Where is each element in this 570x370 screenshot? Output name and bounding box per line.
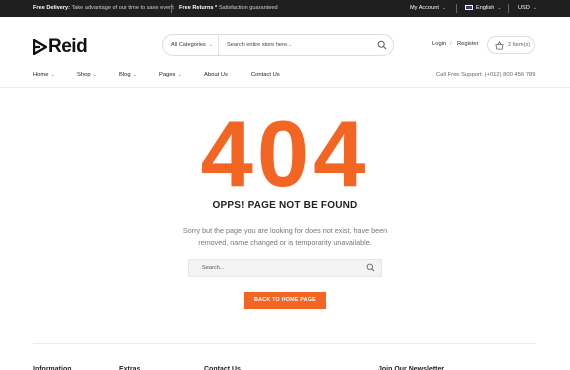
my-account-dropdown[interactable]: My Account ⌄: [410, 0, 446, 17]
footer-heading-information: Information: [33, 366, 72, 370]
chevron-down-icon: ⌄: [50, 72, 55, 78]
topbar-divider: [508, 4, 509, 13]
header-search-input[interactable]: Search entire store here...: [227, 35, 292, 55]
nav-item-label: Shop: [77, 72, 91, 78]
header-search: All Categories ⌄ Search entire store here…: [162, 34, 394, 56]
search-icon[interactable]: [366, 263, 375, 272]
nav-item-label: Pages: [159, 72, 176, 78]
language-label: English: [476, 5, 495, 11]
currency-label: USD: [518, 5, 530, 11]
page-search-input[interactable]: Search...: [188, 259, 382, 277]
language-dropdown[interactable]: English ⌄: [465, 0, 502, 17]
error-heading: OPPS! PAGE NOT BE FOUND: [212, 200, 358, 211]
footer-heading-extras: Extras: [119, 366, 141, 370]
login-link[interactable]: Login: [432, 41, 446, 47]
nav-item-about-us[interactable]: About Us: [204, 72, 228, 78]
topbar-divider: [456, 4, 457, 13]
currency-dropdown[interactable]: USD ⌄: [518, 0, 537, 17]
logo-mark-icon: [33, 39, 47, 55]
chevron-down-icon: ⌄: [132, 72, 137, 78]
promo-divider: [171, 4, 172, 13]
site-logo[interactable]: Reid: [33, 36, 88, 58]
promo-free-delivery-text: Take advantage of our time to save event: [71, 5, 174, 11]
footer-heading-newsletter: Join Our Newsletter: [378, 366, 445, 370]
support-phone: Call Free Support: (+012) 800 456 789: [436, 72, 536, 78]
chevron-down-icon: ⌄: [532, 5, 538, 11]
error-description: Sorry but the page you are looking for d…: [182, 226, 388, 247]
promo-free-returns-title: Free Returns *: [179, 5, 218, 11]
nav-divider: [0, 87, 570, 88]
search-category-label: All Categories: [171, 42, 206, 48]
chevron-down-icon: ⌄: [441, 5, 447, 11]
back-to-home-button[interactable]: BACK TO HOME PAGE: [244, 292, 326, 309]
top-bar: Free Delivery: Take advantage of our tim…: [0, 0, 570, 17]
basket-icon: [495, 41, 504, 50]
chevron-down-icon: ⌄: [208, 42, 214, 48]
promo-free-returns-text: Satisfaction guaranteed: [218, 5, 278, 11]
search-category-select[interactable]: All Categories ⌄: [163, 35, 219, 55]
nav-item-label: Blog: [119, 72, 131, 78]
nav-item-label: About Us: [204, 72, 228, 78]
chevron-down-icon: ⌄: [497, 5, 502, 11]
nav-item-home[interactable]: Home ⌄: [33, 72, 55, 78]
promo-free-delivery: Free Delivery: Take advantage of our tim…: [33, 0, 174, 17]
footer-divider: [33, 343, 536, 344]
register-link[interactable]: Register: [457, 41, 479, 47]
chevron-down-icon: ⌄: [92, 72, 97, 78]
promo-free-delivery-title: Free Delivery:: [33, 5, 71, 11]
nav-item-label: Home: [33, 72, 49, 78]
promo-free-returns: Free Returns * Satisfaction guaranteed: [179, 0, 278, 17]
error-code: 404: [200, 101, 370, 206]
uk-flag-icon: [465, 4, 473, 10]
cart-count: 2 Item(s): [508, 42, 531, 48]
nav-item-shop[interactable]: Shop ⌄: [77, 72, 97, 78]
chevron-down-icon: ⌄: [177, 72, 182, 78]
nav-item-contact-us[interactable]: Contact Us: [251, 72, 280, 78]
login-register-divider: /: [450, 41, 452, 47]
cart-button[interactable]: 2 Item(s): [487, 36, 535, 54]
nav-item-pages[interactable]: Pages ⌄: [159, 72, 182, 78]
search-icon[interactable]: [377, 40, 387, 50]
my-account-label: My Account: [410, 5, 439, 11]
page-search-placeholder: Search...: [202, 265, 225, 271]
footer-heading-contact-us: Contact Us: [204, 366, 241, 370]
nav-item-blog[interactable]: Blog ⌄: [119, 72, 137, 78]
nav-item-label: Contact Us: [251, 72, 280, 78]
logo-text: Reid: [48, 36, 88, 57]
